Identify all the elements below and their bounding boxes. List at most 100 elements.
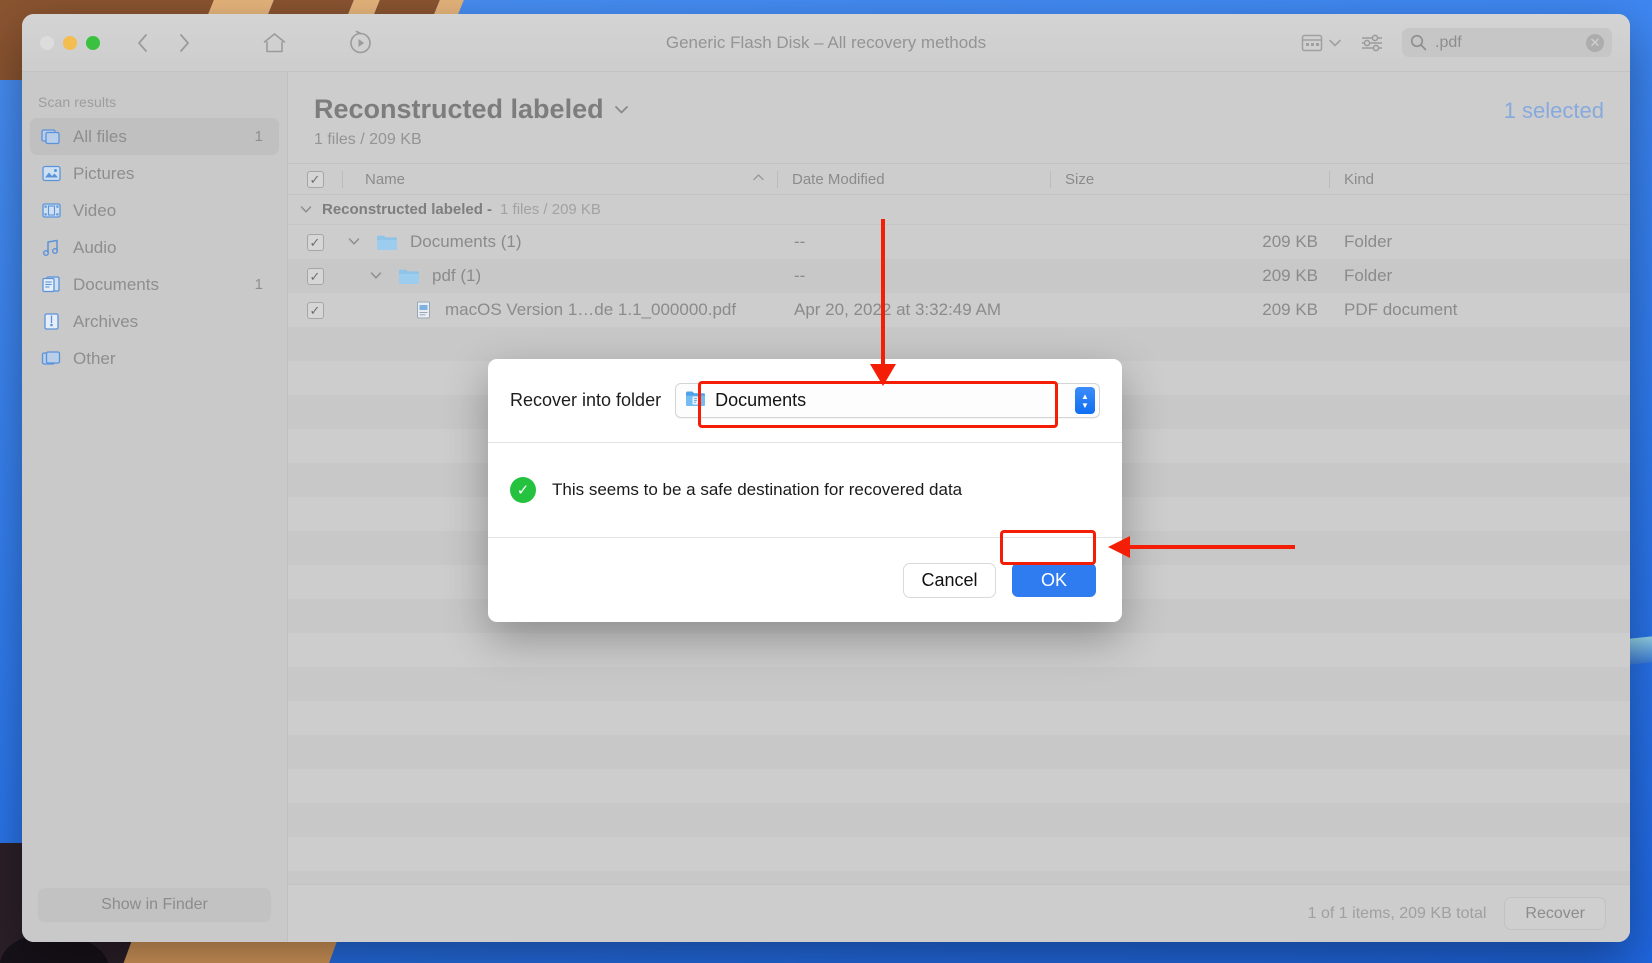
table-row[interactable]: ✓ Documents (1) -- 209 KB Folder [288,225,1630,259]
sidebar-item-count: 1 [254,276,263,293]
group-meta: 1 files / 209 KB [500,201,601,218]
video-icon [40,200,62,222]
row-size: 209 KB [1262,300,1318,319]
page-title-text: Reconstructed labeled [314,94,604,124]
column-header-label: Size [1065,170,1095,188]
show-in-finder-button[interactable]: Show in Finder [38,888,271,922]
checkbox-checked[interactable]: ✓ [306,233,324,251]
sidebar-item-documents[interactable]: Documents 1 [30,266,279,303]
stepper-up-down-icon[interactable]: ▲ ▼ [1075,387,1095,414]
cancel-button[interactable]: Cancel [903,562,996,598]
window-toolbar: Generic Flash Disk – All recovery method… [22,14,1630,72]
sidebar-item-label: Audio [73,237,117,257]
toolbar-nav-group [126,28,376,58]
forward-icon[interactable] [168,28,200,58]
search-icon [1410,34,1427,51]
column-header-size[interactable]: Size [1051,164,1329,194]
search-field[interactable]: .pdf ✕ [1402,28,1612,57]
sidebar-item-label: Pictures [73,163,135,183]
row-date: -- [794,232,806,251]
sidebar-item-other[interactable]: Other [30,340,279,377]
search-input-value[interactable]: .pdf [1435,34,1578,52]
table-row[interactable]: ✓ pdf (1) -- 209 KB Folder [288,259,1630,293]
view-options-button[interactable] [1300,32,1342,54]
zoom-button[interactable] [86,35,100,50]
back-icon[interactable] [126,28,158,58]
sidebar-item-label: All files [73,126,127,146]
sidebar-item-label: Documents [73,274,159,294]
audio-icon [40,237,62,259]
traffic-lights [40,35,100,50]
folder-select-dropdown[interactable]: Documents ▲ ▼ [675,383,1100,418]
checkbox-checked[interactable]: ✓ [306,301,324,319]
dialog-destination-row: Recover into folder Documents ▲ ▼ [488,359,1122,443]
row-kind: Folder [1344,266,1393,285]
row-date: -- [794,266,806,285]
group-header-row[interactable]: Reconstructed labeled - 1 files / 209 KB [288,195,1630,225]
sidebar-footer: Show in Finder [22,888,287,942]
pdf-file-icon [416,301,431,319]
selected-count-label: 1 selected [1503,98,1604,123]
checkbox-checked[interactable]: ✓ [306,267,324,285]
documents-folder-icon [685,390,706,412]
minimize-button[interactable] [63,35,77,50]
status-bar: 1 of 1 items, 209 KB total Recover [288,884,1630,942]
row-date: Apr 20, 2022 at 3:32:49 AM [794,300,1001,319]
row-size: 209 KB [1262,232,1318,251]
column-header-label: Date Modified [792,170,885,188]
column-header-name[interactable]: Name [343,164,777,194]
row-kind: Folder [1344,232,1393,251]
page-subtitle: 1 files / 209 KB [314,131,422,148]
disclosure-triangle-icon[interactable] [298,203,314,217]
disclosure-triangle-icon[interactable] [346,235,362,249]
row-name-cell: macOS Version 1…de 1.1_000000.pdf [342,300,780,320]
table-header: ✓ Name Date Modified Size Kind [288,163,1630,195]
recover-button[interactable]: Recover [1504,897,1606,930]
row-checkbox[interactable]: ✓ [288,301,342,319]
sidebar-item-pictures[interactable]: Pictures [30,155,279,192]
chevron-up-icon [752,173,777,185]
desktop-background: Generic Flash Disk – All recovery method… [0,0,1652,963]
column-header-label: Name [365,170,406,188]
recover-destination-dialog: Recover into folder Documents ▲ ▼ ✓ This … [488,359,1122,622]
filter-settings-icon[interactable] [1356,28,1388,58]
close-button[interactable] [40,35,54,50]
folder-icon [398,268,420,285]
disclosure-triangle-icon[interactable] [368,269,384,283]
sidebar-item-archives[interactable]: Archives [30,303,279,340]
sidebar-item-label: Archives [73,311,139,331]
home-icon[interactable] [258,28,290,58]
dialog-message-row: ✓ This seems to be a safe destination fo… [488,443,1122,538]
checkbox-checked[interactable]: ✓ [306,170,324,188]
column-header-date-modified[interactable]: Date Modified [778,164,1050,194]
documents-icon [40,274,62,296]
column-header-label: Kind [1344,170,1375,188]
sidebar-item-count: 1 [254,128,263,145]
row-name: macOS Version 1…de 1.1_000000.pdf [445,300,737,319]
table-row[interactable]: ✓ macOS Version 1…de 1.1_000000.pdf Apr … [288,293,1630,327]
group-name: Reconstructed labeled - [322,201,493,218]
select-all-checkbox[interactable]: ✓ [288,164,342,194]
sidebar-title: Scan results [38,94,117,110]
archives-icon [40,311,62,333]
sidebar-item-audio[interactable]: Audio [30,229,279,266]
row-name: Documents (1) [410,232,522,251]
row-checkbox[interactable]: ✓ [288,233,342,251]
other-icon [40,348,62,370]
sidebar-item-all-files[interactable]: All files 1 [30,118,279,155]
all-files-icon [40,126,62,148]
session-history-icon[interactable] [344,28,376,58]
column-header-kind[interactable]: Kind [1330,164,1630,194]
page-title[interactable]: Reconstructed labeled [314,94,630,125]
ok-button[interactable]: OK [1012,563,1096,597]
status-text: 1 of 1 items, 209 KB total [1307,904,1487,922]
check-circle-icon: ✓ [510,477,536,503]
clear-icon[interactable]: ✕ [1586,33,1604,52]
recover-into-folder-label: Recover into folder [510,390,662,410]
main-header: Reconstructed labeled 1 selected 1 files… [288,72,1630,163]
chevron-down-icon[interactable] [613,104,630,116]
sidebar-item-label: Video [73,200,117,220]
row-kind: PDF document [1344,300,1458,319]
sidebar-item-video[interactable]: Video [30,192,279,229]
row-checkbox[interactable]: ✓ [288,267,342,285]
